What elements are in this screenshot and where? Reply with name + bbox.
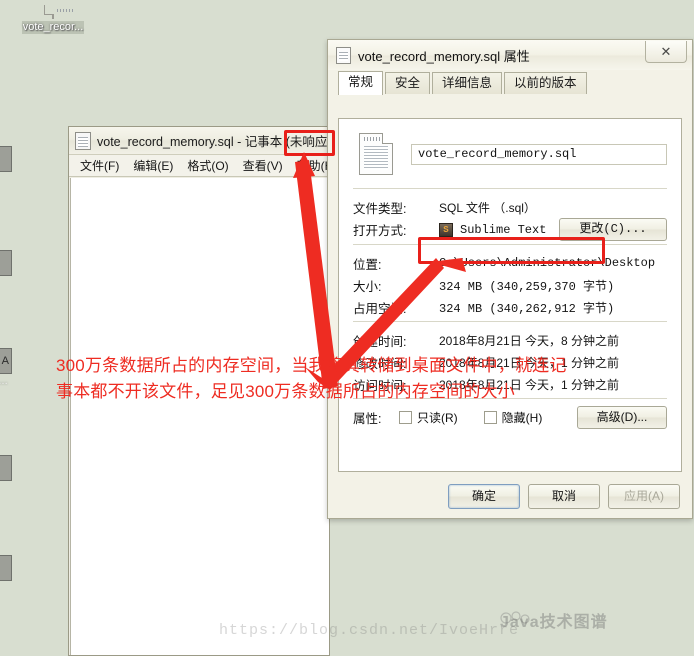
readonly-checkbox[interactable]: 只读(R): [399, 409, 458, 426]
modified-value: 2018年8月21日 今天，1 分钟之前: [439, 355, 620, 370]
notepad-title: vote_record_memory.sql - 记事本 (未响应): [97, 135, 330, 149]
hidden-checkbox[interactable]: 隐藏(H): [483, 409, 543, 426]
openwith-label: 打开方式:: [353, 224, 407, 238]
file-icon: [336, 46, 351, 64]
modified-row: 修改时间: 2018年8月21日 今天，1 分钟之前: [353, 351, 667, 373]
properties-tabstrip[interactable]: 常规 安全 详细信息 以前的版本: [328, 70, 692, 95]
readonly-label: 只读(R): [417, 411, 458, 425]
apply-button[interactable]: 应用(A): [608, 483, 680, 509]
location-row: 位置: C:\Users\Administrator\Desktop: [353, 252, 667, 274]
created-value: 2018年8月21日 今天，8 分钟之前: [439, 333, 620, 348]
edge-desktop-icon-label: …: [0, 376, 8, 387]
attributes-label: 属性:: [353, 412, 382, 426]
location-label: 位置:: [353, 257, 382, 272]
location-value: C:\Users\Administrator\Desktop: [439, 256, 656, 270]
created-label: 创建时间:: [353, 334, 407, 349]
notepad-icon: [75, 131, 91, 150]
notepad-window[interactable]: vote_record_memory.sql - 记事本 (未响应) 文件(F)…: [68, 126, 330, 656]
openwith-row: 打开方式: Sublime Text 更改(C)...: [353, 218, 667, 241]
sublime-text-icon: [439, 222, 453, 237]
properties-titlebar[interactable]: vote_record_memory.sql 属性 ✕: [328, 40, 692, 70]
dialog-footer: 确定 取消 应用(A): [328, 474, 692, 518]
watermark-logo-text: Java技术图谱: [500, 614, 608, 631]
divider: [353, 398, 667, 399]
divider: [353, 321, 667, 322]
large-file-icon: [359, 133, 393, 175]
size-label: 大小:: [353, 279, 382, 294]
divider: [353, 188, 667, 189]
created-row: 创建时间: 2018年8月21日 今天，8 分钟之前: [353, 329, 667, 351]
tab-previous-versions[interactable]: 以前的版本: [504, 72, 587, 94]
general-tab-panel: vote_record_memory.sql 文件类型: SQL 文件 （.sq…: [338, 118, 682, 472]
checkbox-box[interactable]: [399, 411, 412, 424]
attributes-row: 属性: 只读(R) 隐藏(H) 高级(D)...: [353, 406, 667, 429]
ondisk-value: 324 MB (340,262,912 字节): [439, 301, 615, 316]
properties-title: vote_record_memory.sql 属性: [358, 48, 530, 64]
edge-desktop-icon-3[interactable]: A: [0, 348, 12, 374]
edge-desktop-icon-1[interactable]: [0, 146, 12, 172]
file-properties-dialog[interactable]: vote_record_memory.sql 属性 ✕ 常规 安全 详细信息 以…: [327, 39, 693, 519]
filetype-value: SQL 文件 （.sql）: [439, 200, 536, 215]
watermark-url: https://blog.csdn.net/IvoeHrre: [219, 622, 520, 639]
filetype-row: 文件类型: SQL 文件 （.sql）: [353, 196, 667, 218]
menu-item-file[interactable]: 文件(F): [73, 157, 126, 174]
size-row: 大小: 324 MB (340,259,370 字节): [353, 274, 667, 296]
ondisk-label: 占用空间:: [353, 301, 407, 316]
desktop-icon-label: vote_recor...: [21, 21, 85, 34]
desktop-icon-vote-record[interactable]: vote_recor...: [10, 5, 96, 34]
notepad-titlebar[interactable]: vote_record_memory.sql - 记事本 (未响应): [69, 126, 329, 155]
divider: [353, 244, 667, 245]
size-value: 324 MB (340,259,370 字节): [439, 279, 615, 294]
text-file-icon: [10, 5, 96, 19]
file-name-row: vote_record_memory.sql: [353, 129, 667, 185]
edge-icon-glyph-a: A: [1, 355, 9, 367]
menu-item-format[interactable]: 格式(O): [180, 157, 235, 174]
modified-label: 修改时间:: [353, 356, 407, 371]
tab-general[interactable]: 常规: [338, 71, 384, 95]
change-button[interactable]: 更改(C)...: [559, 218, 667, 241]
tab-details[interactable]: 详细信息: [432, 72, 503, 94]
menu-item-edit[interactable]: 编辑(E): [126, 157, 180, 174]
filetype-label: 文件类型:: [353, 201, 407, 216]
ondisk-row: 占用空间: 324 MB (340,262,912 字节): [353, 296, 667, 318]
accessed-value: 2018年8月21日 今天，1 分钟之前: [439, 377, 620, 392]
openwith-value: Sublime Text: [460, 222, 547, 237]
advanced-button[interactable]: 高级(D)...: [577, 406, 667, 429]
close-icon[interactable]: ✕: [645, 41, 687, 63]
openwith-value-wrap: Sublime Text 更改(C)...: [439, 218, 667, 241]
edge-desktop-icon-5[interactable]: [0, 555, 12, 581]
notepad-menubar[interactable]: 文件(F) 编辑(E) 格式(O) 查看(V) 帮助(H): [69, 155, 329, 177]
edge-desktop-icon-4[interactable]: [0, 455, 12, 481]
cancel-button[interactable]: 取消: [528, 483, 600, 509]
ok-button[interactable]: 确定: [448, 483, 520, 509]
edge-desktop-icon-2[interactable]: [0, 250, 12, 276]
checkbox-box[interactable]: [483, 411, 497, 424]
filename-field[interactable]: vote_record_memory.sql: [411, 143, 667, 165]
menu-item-help[interactable]: 帮助(H): [290, 157, 329, 174]
tab-security[interactable]: 安全: [385, 72, 431, 94]
accessed-row: 访问时间: 2018年8月21日 今天，1 分钟之前: [353, 373, 667, 395]
accessed-label: 访问时间:: [353, 378, 407, 393]
menu-item-view[interactable]: 查看(V): [236, 157, 290, 174]
notepad-text-area[interactable]: [70, 178, 329, 655]
hidden-label: 隐藏(H): [501, 411, 543, 425]
